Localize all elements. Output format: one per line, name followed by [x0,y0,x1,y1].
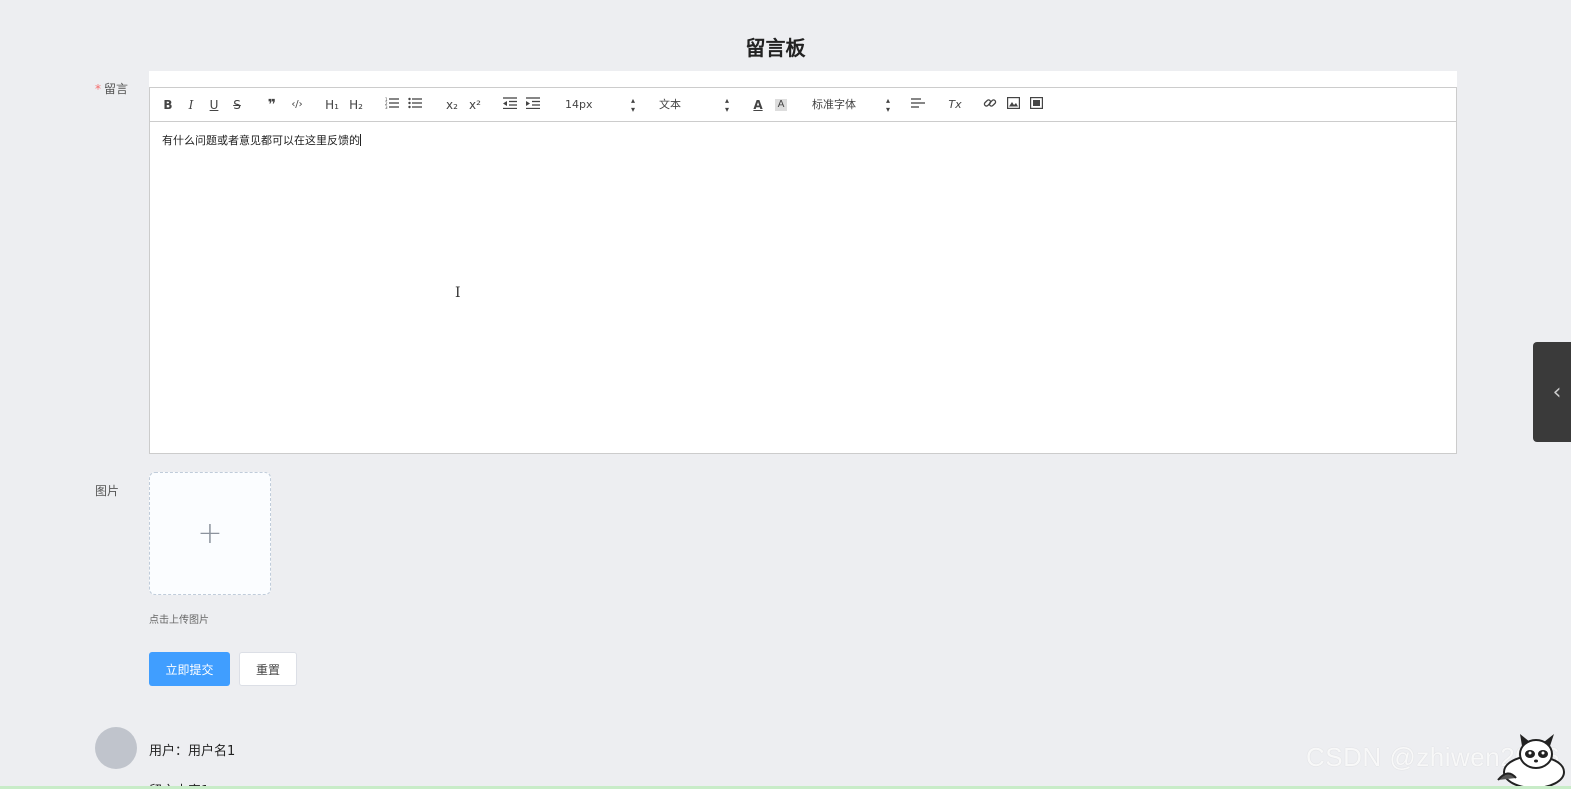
font-size-value: 14px [565,98,593,111]
image-button[interactable] [1004,96,1022,114]
editor-toolbar: B I U S ❞ ‹/› H₁ H₂ 123 x₂ x² 14px ▴ ▾ 文… [150,88,1456,122]
svg-text:3: 3 [385,105,388,109]
select-arrows-icon: ▴ ▾ [885,96,890,114]
rich-text-editor: B I U S ❞ ‹/› H₁ H₂ 123 x₂ x² 14px ▴ ▾ 文… [149,87,1457,454]
link-icon [983,99,997,107]
chevron-left-icon: ‹ [1552,379,1562,405]
video-icon [1029,97,1043,110]
select-arrows-icon: ▴ ▾ [630,96,635,114]
comment-user: 用户：用户名1 [149,744,236,759]
code-block-button[interactable]: ‹/› [288,96,306,114]
page: 留言板 * 留言 B I U S ❞ ‹/› H₁ H₂ 123 x₂ x² 1… [0,0,1571,789]
indent-icon [526,97,540,110]
superscript-button[interactable]: x² [465,96,485,114]
reset-button[interactable]: 重置 [239,652,297,686]
outdent-icon [503,97,517,110]
bullet-list-button[interactable] [406,96,424,114]
image-upload[interactable]: + [149,472,271,595]
editor-content[interactable]: 有什么问题或者意见都可以在这里反馈的 I [150,122,1456,453]
video-button[interactable] [1027,96,1045,114]
align-button[interactable] [909,96,927,114]
outdent-button[interactable] [501,96,519,114]
link-button[interactable] [981,96,999,114]
editor-top-strip [149,71,1457,87]
upload-tip: 点击上传图片 [149,615,209,626]
header-value: 文本 [659,98,681,111]
italic-button[interactable]: I [182,96,200,114]
ordered-list-icon: 123 [385,97,399,110]
font-size-select[interactable]: 14px ▴ ▾ [565,96,635,114]
header-select[interactable]: 文本 ▴ ▾ [659,96,729,114]
underline-button[interactable]: U [205,96,223,114]
mascot-icon [1497,734,1565,789]
indent-button[interactable] [524,96,542,114]
image-icon [1006,97,1020,110]
image-label: 图片 [95,484,120,498]
blockquote-button[interactable]: ❞ [263,96,281,114]
subscript-button[interactable]: x₂ [442,96,462,114]
text-caret [360,134,361,146]
message-label: * 留言 [95,80,128,97]
select-arrows-icon: ▴ ▾ [724,96,729,114]
avatar [95,727,137,769]
align-left-icon [911,98,925,108]
h2-button[interactable]: H₂ [346,96,366,114]
plus-icon: + [197,516,223,551]
message-label-text: 留言 [104,82,129,96]
text-cursor-icon: I [455,285,461,301]
strike-button[interactable]: S [228,96,246,114]
font-family-select[interactable]: 标准字体 ▴ ▾ [812,96,890,114]
editor-text: 有什么问题或者意见都可以在这里反馈的 [162,134,360,147]
page-title: 留言板 [745,36,806,60]
clear-format-button[interactable]: Tx [946,96,964,114]
font-family-value: 标准字体 [812,98,856,111]
font-color-button[interactable]: A [749,96,767,114]
bullet-list-icon [408,97,422,109]
h1-button[interactable]: H₁ [322,96,342,114]
required-mark: * [95,82,101,96]
background-color-button[interactable]: A [775,99,787,111]
side-collapse-tab[interactable]: ‹ [1533,342,1571,442]
submit-button[interactable]: 立即提交 [149,652,230,686]
ordered-list-button[interactable]: 123 [383,96,401,114]
bold-button[interactable]: B [159,96,177,114]
